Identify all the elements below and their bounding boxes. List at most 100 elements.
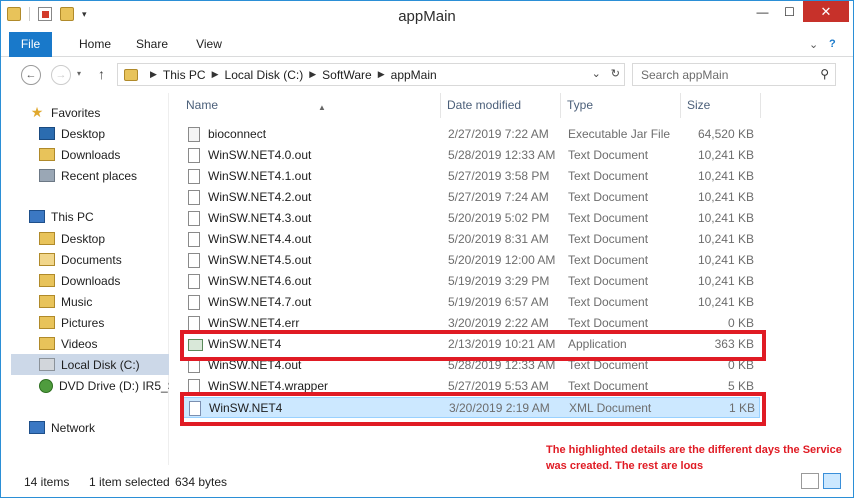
dvd-icon: [39, 378, 53, 393]
file-type: Text Document: [568, 211, 649, 225]
navigation-pane: ★ Favorites Desktop Downloads Recent pla…: [1, 93, 169, 465]
nav-item-local-disk[interactable]: Local Disk (C:): [11, 354, 169, 375]
tab-home[interactable]: Home: [71, 32, 119, 57]
title-bar: ▾ appMain — ☐ ✕: [1, 1, 853, 32]
file-type: Text Document: [568, 316, 649, 330]
file-name: WinSW.NET4.0.out: [208, 148, 312, 162]
nav-label: Pictures: [61, 315, 105, 330]
nav-item-this-pc[interactable]: This PC: [29, 206, 169, 227]
file-row[interactable]: WinSW.NET4.7.out 5/19/2019 6:57 AM Text Do…: [180, 292, 760, 313]
search-input[interactable]: Search appMain ⚲: [632, 63, 836, 86]
nav-label: Favorites: [51, 105, 101, 120]
nav-item-network[interactable]: Network: [29, 417, 169, 438]
chevron-down-icon[interactable]: ⌄: [592, 67, 601, 80]
breadcrumb-appmain[interactable]: appMain: [391, 68, 437, 82]
address-bar[interactable]: ▶ This PC ▶ Local Disk (C:) ▶ SoftWare ▶…: [117, 63, 625, 86]
nav-label: Downloads: [61, 147, 121, 162]
tab-view[interactable]: View: [187, 32, 231, 57]
up-button[interactable]: ↑: [98, 66, 105, 82]
file-row[interactable]: WinSW.NET4.3.out 5/20/2019 5:02 PM Text Do…: [180, 208, 760, 229]
file-date: 5/20/2019 12:00 AM: [448, 253, 556, 267]
tab-file[interactable]: File: [9, 32, 52, 57]
nav-item-dvd-drive[interactable]: DVD Drive (D:) IR5_S: [39, 375, 169, 396]
file-date: 5/19/2019 6:57 AM: [448, 295, 549, 309]
file-row[interactable]: bioconnect 2/27/2019 7:22 AM Executable Ja…: [180, 124, 760, 145]
nav-item-pc-downloads[interactable]: Downloads: [39, 270, 169, 291]
maximize-button[interactable]: ☐: [776, 1, 803, 22]
file-row[interactable]: WinSW.NET4.4.out 5/20/2019 8:31 AM Text Do…: [180, 229, 760, 250]
star-icon: ★: [30, 104, 44, 120]
file-row[interactable]: WinSW.NET4.2.out 5/27/2019 7:24 AM Text Do…: [180, 187, 760, 208]
file-list: Name ▲ Date modified Type Size bioconnec…: [170, 93, 853, 465]
breadcrumb-this-pc[interactable]: This PC: [163, 68, 206, 82]
details-view-button[interactable]: [801, 473, 819, 489]
file-name: bioconnect: [208, 127, 267, 141]
search-icon[interactable]: ⚲: [820, 67, 829, 81]
column-header-type[interactable]: Type: [561, 93, 681, 118]
column-label: Name: [186, 98, 219, 112]
chevron-right-icon[interactable]: ▶: [212, 69, 219, 80]
file-name: WinSW.NET4.wrapper: [208, 379, 329, 393]
nav-item-music[interactable]: Music: [39, 291, 169, 312]
file-name: WinSW.NET4.6.out: [208, 274, 312, 288]
navigation-bar: ← → ▾ ↑ ▶ This PC ▶ Local Disk (C:) ▶ So…: [1, 57, 853, 93]
file-type: Text Document: [568, 148, 649, 162]
chevron-right-icon[interactable]: ▶: [309, 69, 316, 80]
videos-icon: [39, 337, 55, 350]
back-button[interactable]: ←: [21, 65, 41, 85]
nav-item-downloads[interactable]: Downloads: [39, 144, 169, 165]
file-row[interactable]: WinSW.NET4.1.out 5/27/2019 3:58 PM Text Do…: [180, 166, 760, 187]
expand-ribbon-icon[interactable]: ⌄: [809, 38, 818, 51]
status-selected: 1 item selected: [89, 475, 170, 489]
file-row[interactable]: WinSW.NET4.0.out 5/28/2019 12:33 AM Text D…: [180, 145, 760, 166]
music-icon: [39, 295, 55, 308]
address-folder-icon: [124, 68, 138, 81]
file-type: Text Document: [568, 190, 649, 204]
chevron-right-icon[interactable]: ▶: [378, 69, 385, 80]
text-file-icon: [188, 253, 200, 268]
nav-label: DVD Drive (D:) IR5_S: [59, 378, 169, 393]
large-icons-view-button[interactable]: [823, 473, 841, 489]
nav-item-desktop[interactable]: Desktop: [39, 123, 169, 144]
file-size: 64,520 KB: [697, 127, 754, 141]
nav-item-pc-desktop[interactable]: Desktop: [39, 228, 169, 249]
nav-label: Network: [51, 420, 96, 435]
file-size: 10,241 KB: [697, 211, 754, 225]
file-date: 5/19/2019 3:29 PM: [448, 274, 550, 288]
file-size: 10,241 KB: [697, 232, 754, 246]
refresh-icon[interactable]: ↻: [611, 67, 620, 80]
nav-item-documents[interactable]: Documents: [39, 249, 169, 270]
column-header-date[interactable]: Date modified: [441, 93, 561, 118]
file-row[interactable]: WinSW.NET4.5.out 5/20/2019 12:00 AM Text D…: [180, 250, 760, 271]
column-header-name[interactable]: Name ▲: [180, 93, 441, 118]
help-icon[interactable]: ?: [829, 38, 836, 50]
file-date: 5/27/2019 5:53 AM: [448, 379, 549, 393]
nav-label: Videos: [61, 336, 98, 351]
tab-share[interactable]: Share: [129, 32, 175, 57]
nav-item-favorites[interactable]: ★ Favorites: [29, 102, 169, 123]
chevron-right-icon[interactable]: ▶: [150, 69, 157, 80]
text-file-icon: [188, 211, 200, 226]
breadcrumb-software[interactable]: SoftWare: [322, 68, 372, 82]
text-file-icon: [188, 148, 200, 163]
nav-item-pictures[interactable]: Pictures: [39, 312, 169, 333]
nav-label: Desktop: [61, 126, 106, 141]
disk-icon: [39, 358, 55, 371]
text-file-icon: [188, 232, 200, 247]
file-size: 10,241 KB: [697, 274, 754, 288]
file-size: 5 KB: [727, 379, 754, 393]
breadcrumb-local-disk[interactable]: Local Disk (C:): [225, 68, 304, 82]
pictures-icon: [39, 316, 55, 329]
forward-button[interactable]: →: [51, 65, 71, 85]
nav-label: Music: [61, 294, 93, 309]
column-header-size[interactable]: Size: [681, 93, 761, 118]
nav-item-videos[interactable]: Videos: [39, 333, 169, 354]
recent-locations-icon[interactable]: ▾: [77, 69, 81, 78]
file-row[interactable]: WinSW.NET4.6.out 5/19/2019 3:29 PM Text Do…: [180, 271, 760, 292]
minimize-button[interactable]: —: [749, 1, 776, 22]
explorer-window: ▾ appMain — ☐ ✕ File Home Share View ⌄ ?…: [0, 0, 854, 498]
desktop-folder-icon: [39, 232, 55, 245]
nav-item-recent-places[interactable]: Recent places: [39, 165, 169, 186]
nav-label: Documents: [61, 252, 122, 267]
close-button[interactable]: ✕: [803, 1, 849, 22]
